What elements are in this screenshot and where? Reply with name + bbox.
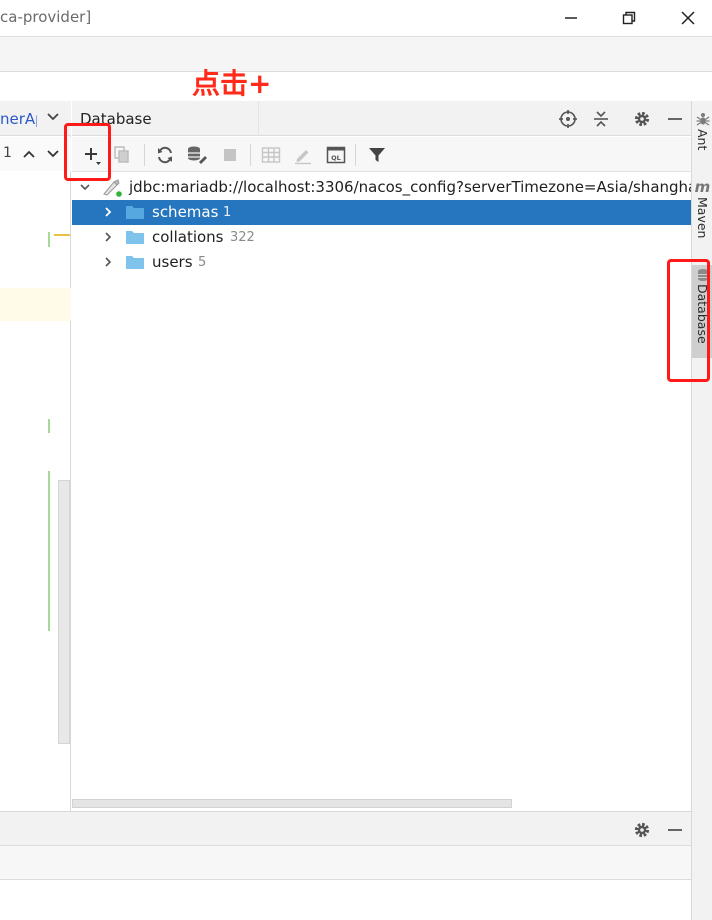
- tree-node-users[interactable]: users 5: [72, 250, 691, 275]
- current-line-highlight: [0, 288, 71, 321]
- ant-tool-label: Ant: [695, 129, 710, 151]
- minimize-icon: [668, 829, 682, 831]
- console-icon: QL: [326, 146, 346, 164]
- node-label: users: [152, 253, 193, 271]
- annotation-click-plus: 点击+: [192, 67, 272, 100]
- previous-match-icon[interactable]: [21, 146, 37, 162]
- collapse-all-icon: [594, 111, 608, 127]
- change-marker: [48, 232, 50, 247]
- database-toolbar: QL: [72, 137, 691, 172]
- window-title: ca-provider]: [0, 8, 92, 26]
- gear-icon: [634, 111, 650, 127]
- refresh-icon: [158, 146, 172, 164]
- toolbar-divider: [144, 144, 145, 166]
- bottom-tool-window-header: [0, 811, 691, 846]
- editor-scrollbar[interactable]: [58, 480, 70, 744]
- change-marker: [48, 419, 50, 433]
- node-label: collations: [152, 228, 224, 246]
- modified-marker: [54, 234, 70, 236]
- editor-tab-bar: nerAp: [0, 101, 71, 136]
- folder-icon: [126, 206, 144, 219]
- node-count: 1: [223, 205, 232, 220]
- folder-icon: [126, 256, 144, 269]
- edit-button[interactable]: [291, 143, 315, 167]
- stop-icon: [224, 149, 236, 161]
- menu-bar: [0, 37, 712, 72]
- node-label: schemas: [152, 203, 219, 221]
- chevron-right-icon[interactable]: [102, 256, 114, 268]
- crosshair-icon: [559, 110, 577, 128]
- horizontal-scrollbar[interactable]: [72, 799, 512, 808]
- tree-node-schemas[interactable]: schemas 1: [72, 200, 691, 225]
- gear-icon: [634, 822, 650, 838]
- hide-panel-button[interactable]: [664, 108, 686, 130]
- restore-button[interactable]: [609, 4, 649, 32]
- filter-icon: [369, 148, 385, 162]
- chevron-down-icon[interactable]: [79, 181, 91, 193]
- editor-panel: nerAp 1: [0, 101, 71, 811]
- properties-icon: [188, 146, 207, 164]
- datasource-properties-button[interactable]: [185, 143, 209, 167]
- stop-button[interactable]: [218, 143, 242, 167]
- close-icon: [681, 11, 695, 25]
- settings-button[interactable]: [631, 108, 653, 130]
- search-results-bar: 1: [0, 137, 71, 171]
- restore-icon: [622, 11, 636, 25]
- bottom-settings-button[interactable]: [631, 819, 653, 841]
- database-panel: Database QL jdbc:mariadb://localhost:330…: [72, 101, 701, 811]
- match-count: 1: [3, 145, 12, 161]
- refresh-button[interactable]: [153, 143, 177, 167]
- svg-text:QL: QL: [331, 154, 341, 162]
- header-divider: [258, 101, 259, 136]
- tree-node-collations[interactable]: collations 322: [72, 225, 691, 250]
- chevron-down-icon[interactable]: [45, 109, 61, 125]
- duplicate-button[interactable]: [110, 143, 134, 167]
- bottom-tool-window: [0, 846, 691, 880]
- navigation-bar: [0, 72, 712, 101]
- next-match-icon[interactable]: [45, 146, 61, 162]
- title-bar: ca-provider]: [0, 0, 712, 37]
- right-tool-strip: Ant m Maven Database: [691, 101, 712, 920]
- toolbar-divider: [355, 144, 356, 166]
- datasource-icon: [103, 179, 122, 197]
- query-console-button[interactable]: QL: [324, 143, 348, 167]
- toolbar-divider: [250, 144, 251, 166]
- status-area: [0, 880, 691, 920]
- ant-icon: [696, 113, 709, 126]
- maven-tool-button[interactable]: m Maven: [692, 179, 712, 238]
- close-button[interactable]: [668, 4, 708, 32]
- chevron-right-icon[interactable]: [102, 231, 114, 243]
- tree-node-connection[interactable]: jdbc:mariadb://localhost:3306/nacos_conf…: [72, 175, 701, 200]
- minimize-icon: [668, 118, 682, 120]
- editor-tab[interactable]: nerAp: [0, 110, 37, 128]
- duplicate-icon: [114, 146, 129, 163]
- table-icon: [261, 147, 281, 163]
- collapse-all-button[interactable]: [590, 108, 612, 130]
- folder-icon: [126, 231, 144, 244]
- minimize-icon: [565, 17, 577, 19]
- edit-icon: [295, 150, 311, 165]
- callout-database-tab: [667, 259, 710, 382]
- maven-icon: m: [694, 178, 711, 196]
- callout-add-button: [64, 123, 111, 181]
- chevron-right-icon[interactable]: [102, 206, 114, 218]
- maven-tool-label: Maven: [695, 197, 710, 239]
- database-panel-header: Database: [72, 101, 691, 136]
- ant-tool-button[interactable]: Ant: [692, 111, 712, 150]
- table-view-button[interactable]: [259, 143, 283, 167]
- node-count: 5: [198, 255, 207, 270]
- change-marker: [48, 471, 50, 631]
- bottom-hide-button[interactable]: [664, 819, 686, 841]
- minimize-button[interactable]: [551, 4, 591, 32]
- locate-button[interactable]: [557, 108, 579, 130]
- filter-button[interactable]: [365, 143, 389, 167]
- node-count: 322: [230, 230, 255, 245]
- connection-url: jdbc:mariadb://localhost:3306/nacos_conf…: [129, 178, 702, 196]
